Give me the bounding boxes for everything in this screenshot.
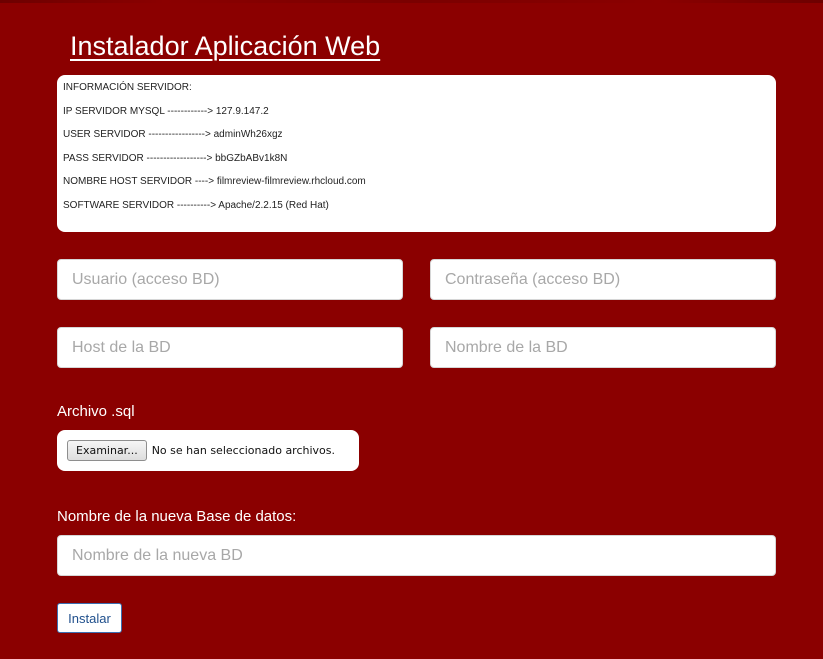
sql-file-label: Archivo .sql [57, 403, 135, 420]
sql-file-picker: Examinar... No se han seleccionado archi… [57, 430, 359, 471]
server-info-software: SOFTWARE SERVIDOR ----------> Apache/2.2… [63, 199, 329, 211]
db-host-input[interactable] [57, 327, 403, 368]
db-name-input[interactable] [430, 327, 776, 368]
new-db-label: Nombre de la nueva Base de datos: [57, 508, 297, 525]
server-info-user: USER SERVIDOR -----------------> adminWh… [63, 129, 283, 140]
browse-file-button[interactable]: Examinar... [67, 440, 147, 461]
server-info-panel: INFORMACIÓN SERVIDOR: IP SERVIDOR MYSQL … [57, 75, 776, 232]
db-password-input[interactable] [430, 259, 776, 300]
server-info-ip: IP SERVIDOR MYSQL ------------> 127.9.14… [63, 105, 269, 117]
server-info-host: NOMBRE HOST SERVIDOR ----> filmreview-fi… [63, 176, 366, 187]
install-button[interactable]: Instalar [57, 603, 122, 633]
server-info-heading: INFORMACIÓN SERVIDOR: [63, 82, 192, 93]
top-strip [0, 0, 823, 3]
new-db-name-input[interactable] [57, 535, 776, 576]
page-title: Instalador Aplicación Web [70, 31, 381, 61]
db-user-input[interactable] [57, 259, 403, 300]
server-info-pass: PASS SERVIDOR ------------------> bbGZbA… [63, 152, 288, 164]
file-status-text: No se han seleccionado archivos. [151, 444, 336, 457]
